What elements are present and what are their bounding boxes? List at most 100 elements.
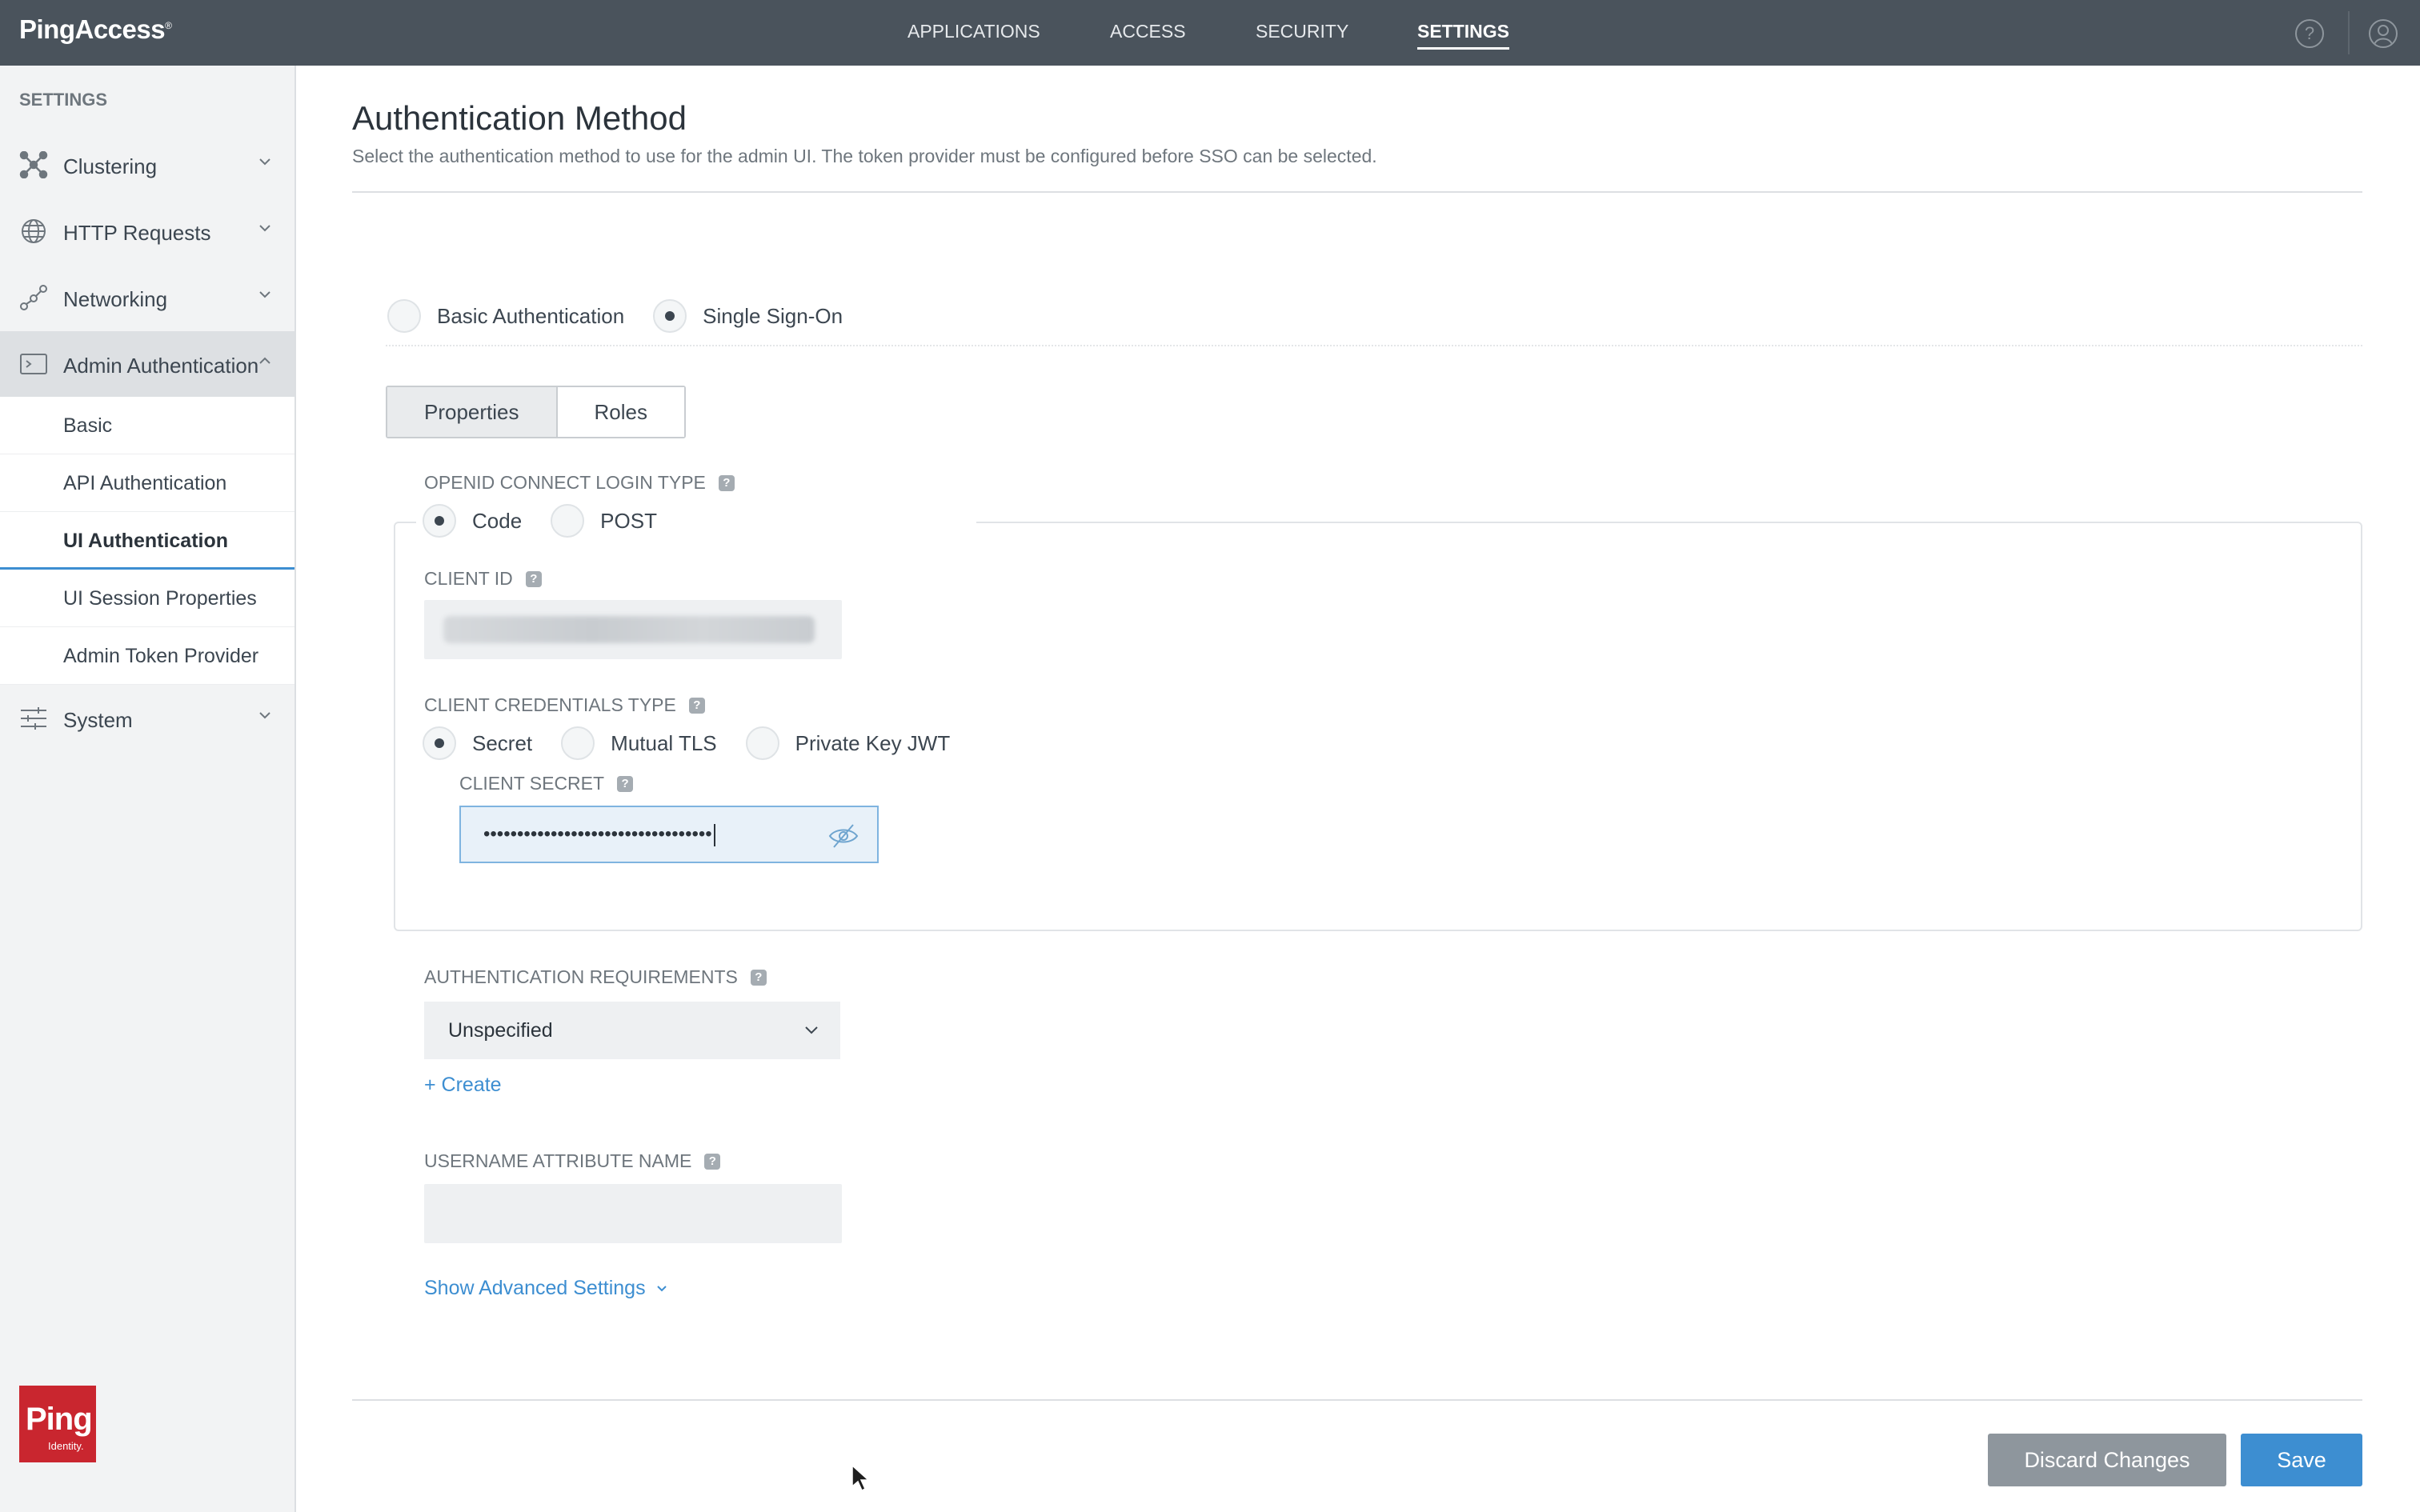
credentials-type-radio-group: Secret Mutual TLS Private Key JWT (423, 726, 979, 760)
radio-label: Mutual TLS (611, 730, 717, 755)
auth-requirements-select[interactable]: Unspecified (424, 1002, 840, 1059)
sidebar-subitem-ui-authentication[interactable]: UI Authentication (0, 512, 294, 570)
private-key-jwt-radio[interactable] (745, 726, 779, 760)
help-icon[interactable]: ? (718, 474, 735, 491)
text-caret (713, 823, 715, 846)
save-button[interactable]: Save (2241, 1434, 2362, 1486)
secret-radio[interactable] (423, 726, 456, 760)
radio-label: Code (472, 508, 523, 533)
divider (386, 345, 2362, 346)
help-icon[interactable]: ? (688, 697, 705, 714)
nav-security[interactable]: SECURITY (1256, 21, 1348, 42)
logo-trademark: ® (165, 20, 172, 31)
create-auth-requirement-link[interactable]: + Create (424, 1074, 502, 1097)
radio-label: Secret (472, 730, 533, 755)
client-id-input[interactable] (424, 600, 842, 659)
sidebar-subitem-label: UI Session Properties (63, 587, 257, 610)
sidebar-subitem-api-authentication[interactable]: API Authentication (0, 454, 294, 512)
sliders-icon (21, 707, 46, 730)
globe-icon (22, 219, 46, 243)
post-radio[interactable] (551, 504, 585, 538)
sidebar-title: SETTINGS (19, 90, 108, 110)
hide-password-icon[interactable] (827, 822, 859, 850)
field-label-text: AUTHENTICATION REQUIREMENTS (424, 966, 738, 987)
field-label-text: OPENID CONNECT LOGIN TYPE (424, 472, 706, 493)
credentials-type-label: CLIENT CREDENTIALS TYPE? (424, 694, 705, 716)
nav-access[interactable]: ACCESS (1110, 21, 1186, 42)
sidebar-item-label: System (63, 708, 133, 732)
logo-text: PingAccess (19, 14, 166, 44)
help-icon[interactable]: ? (2295, 19, 2324, 48)
sidebar-subitem-label: UI Authentication (63, 530, 229, 552)
user-profile-icon[interactable] (2369, 19, 2398, 48)
sidebar-item-label: Networking (63, 287, 168, 311)
sidebar-subitem-basic[interactable]: Basic (0, 397, 294, 454)
help-icon[interactable]: ? (525, 570, 542, 587)
divider (2348, 11, 2350, 54)
sidebar-subitem-label: Basic (63, 414, 113, 437)
login-type-radio-group: Code POST (423, 504, 686, 538)
divider (352, 1399, 2362, 1401)
secret-dots: •••••••••••••••••••••••••••••••••• (483, 823, 712, 845)
masked-secret-value: •••••••••••••••••••••••••••••••••• (483, 823, 715, 846)
discard-changes-button[interactable]: Discard Changes (1988, 1434, 2226, 1486)
username-attribute-label: USERNAME ATTRIBUTE NAME? (424, 1150, 721, 1172)
login-type-label: OPENID CONNECT LOGIN TYPE? (424, 472, 735, 494)
chevron-down-icon (259, 712, 270, 719)
basic-authentication-radio[interactable] (387, 299, 421, 333)
sidebar-item-label: Clustering (63, 154, 158, 178)
tab-roles[interactable]: Roles (557, 387, 684, 437)
help-icon[interactable]: ? (704, 1153, 721, 1170)
pingaccess-logo[interactable]: PingAccess® (19, 14, 172, 45)
sidebar-item-http-requests[interactable]: HTTP Requests (0, 198, 294, 264)
mouse-cursor-icon (851, 1464, 870, 1492)
auth-method-radio-group: Basic Authentication Single Sign-On (387, 299, 871, 333)
page-description: Select the authentication method to use … (352, 146, 1377, 166)
radio-label: POST (600, 508, 657, 533)
top-navigation-bar: PingAccess® APPLICATIONS ACCESS SECURITY… (0, 0, 2420, 66)
client-secret-label: CLIENT SECRET? (459, 773, 634, 794)
radio-label: Single Sign-On (703, 303, 843, 328)
nav-applications[interactable]: APPLICATIONS (908, 21, 1040, 42)
help-icon[interactable]: ? (617, 775, 634, 792)
ping-identity-logo: Ping Identity. (19, 1386, 96, 1462)
tab-bar: Properties Roles (386, 386, 686, 438)
brand-sub: Identity. (48, 1440, 84, 1452)
selected-value: Unspecified (448, 1019, 553, 1042)
main-content: Authentication Method Select the authent… (296, 66, 2420, 1512)
chevron-down-icon (259, 225, 270, 232)
brand-word: Ping (26, 1402, 93, 1437)
field-label-text: CLIENT SECRET (459, 773, 605, 794)
sidebar-subitem-ui-session-properties[interactable]: UI Session Properties (0, 570, 294, 627)
sidebar-item-label: HTTP Requests (63, 221, 211, 245)
help-icon[interactable]: ? (750, 969, 767, 986)
networking-icon (20, 285, 47, 310)
chevron-down-icon (259, 158, 270, 166)
radio-label: Private Key JWT (795, 730, 951, 755)
link-text: Show Advanced Settings (424, 1277, 646, 1299)
settings-sidebar: SETTINGS Clustering HTTP Requests Networ… (0, 66, 296, 1512)
client-secret-input[interactable]: •••••••••••••••••••••••••••••••••• (459, 806, 879, 863)
code-radio[interactable] (423, 504, 456, 538)
auth-requirements-label: AUTHENTICATION REQUIREMENTS? (424, 966, 767, 988)
sidebar-item-clustering[interactable]: Clustering (0, 132, 294, 198)
username-attribute-input[interactable] (424, 1184, 842, 1243)
show-advanced-settings-link[interactable]: Show Advanced Settings (424, 1277, 668, 1300)
tab-properties[interactable]: Properties (387, 387, 558, 437)
sidebar-subitem-admin-token-provider[interactable]: Admin Token Provider (0, 627, 294, 685)
sidebar-item-system[interactable]: System (0, 686, 294, 751)
mutual-tls-radio[interactable] (561, 726, 595, 760)
clustering-icon (19, 151, 48, 178)
sidebar-item-networking[interactable]: Networking (0, 265, 294, 330)
single-sign-on-radio[interactable] (653, 299, 687, 333)
chevron-down-icon (656, 1285, 667, 1291)
nav-settings[interactable]: SETTINGS (1417, 21, 1510, 50)
page-title: Authentication Method (352, 99, 687, 137)
chevron-up-icon (259, 357, 270, 364)
field-label-text: USERNAME ATTRIBUTE NAME (424, 1150, 692, 1171)
sidebar-item-admin-authentication[interactable]: Admin Authentication (0, 331, 294, 397)
divider (352, 191, 2362, 193)
field-label-text: CLIENT CREDENTIALS TYPE (424, 694, 676, 715)
radio-label: Basic Authentication (437, 303, 625, 328)
sidebar-item-label: Admin Authentication (63, 354, 259, 378)
